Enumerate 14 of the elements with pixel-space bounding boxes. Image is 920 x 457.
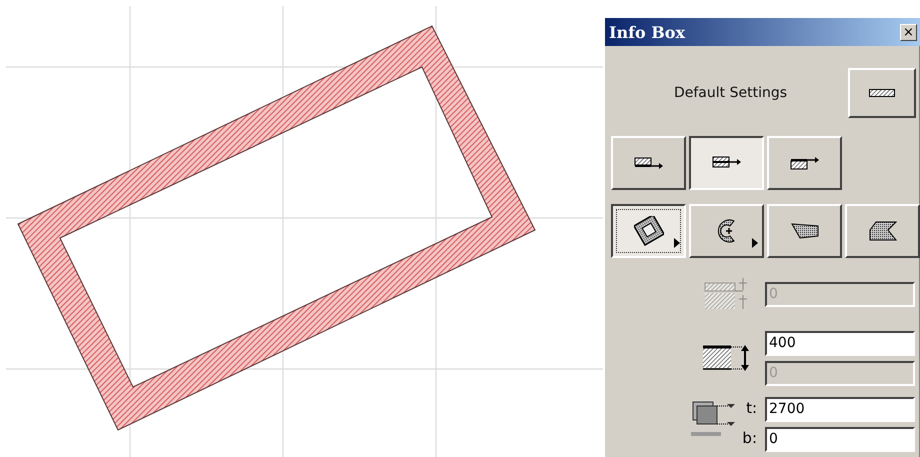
settings-label: Default Settings <box>672 85 788 101</box>
field-label: t: <box>746 399 757 417</box>
input-field[interactable]: 2700 <box>765 396 915 422</box>
wall-arrow-icon <box>634 155 664 171</box>
window-title: Info Box <box>609 22 685 42</box>
wall-arrow-icon <box>790 155 820 171</box>
reference-line-button[interactable] <box>689 136 764 190</box>
settings-button[interactable] <box>848 68 916 118</box>
input-field[interactable]: 0 <box>765 426 915 452</box>
shape-button[interactable] <box>611 204 686 258</box>
field-label: b: <box>742 429 757 447</box>
close-button[interactable]: × <box>900 24 917 40</box>
input-field[interactable]: 400 <box>765 330 915 356</box>
hatch-icon <box>869 89 895 97</box>
